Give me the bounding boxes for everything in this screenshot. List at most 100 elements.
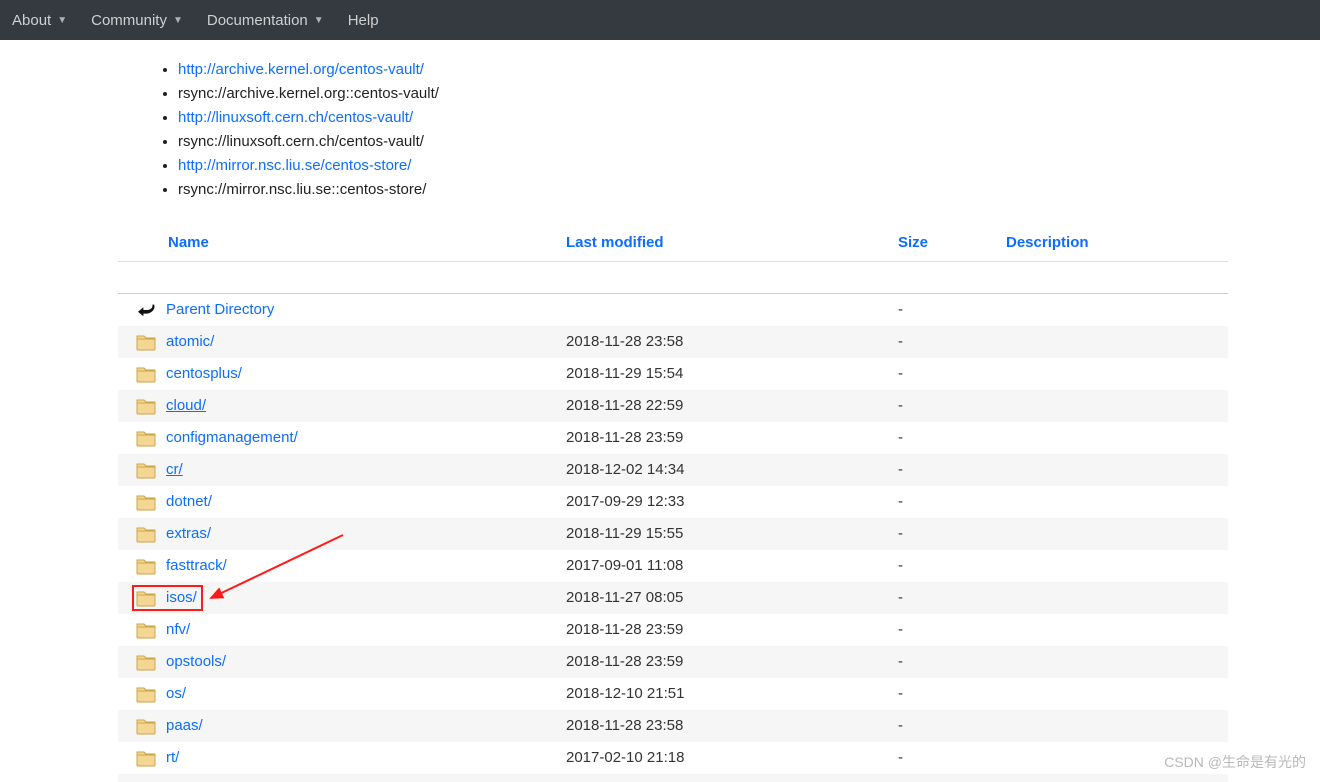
directory-link[interactable]: configmanagement/ [166,429,298,446]
mirror-list-item: http://mirror.nsc.liu.se/centos-store/ [178,154,1228,178]
nav-item-label: Help [348,12,379,29]
table-row: extras/2018-11-29 15:55 - [118,518,1228,550]
mirror-list-item: rsync://archive.kernel.org::centos-vault… [178,82,1228,106]
size-cell: - [898,390,998,422]
size-cell: - [898,710,998,742]
mirror-link[interactable]: http://mirror.nsc.liu.se/centos-store/ [178,157,411,174]
size-cell: - [898,454,998,486]
description-cell [998,550,1228,582]
directory-link[interactable]: rt/ [166,749,179,766]
parent-directory-row: Parent Directory - [118,294,1228,326]
directory-link[interactable]: isos/ [166,589,197,606]
nav-item-community[interactable]: Community ▼ [79,0,195,40]
modified-cell: 2018-11-28 23:59 [558,646,898,678]
directory-link[interactable]: paas/ [166,717,203,734]
directory-listing-table: Name Last modified Size Description Pare… [118,224,1228,782]
folder-icon [136,461,156,479]
dropdown-caret-icon: ▼ [57,15,67,26]
table-row: dotnet/2017-09-29 12:33 - [118,486,1228,518]
nav-item-label: Documentation [207,12,308,29]
nav-item-help[interactable]: Help [336,0,391,40]
table-row: paas/2018-11-28 23:58 - [118,710,1228,742]
table-row: fasttrack/2017-09-01 11:08 - [118,550,1228,582]
folder-icon [136,493,156,511]
description-cell [998,678,1228,710]
modified-cell: 2018-12-10 21:51 [558,678,898,710]
directory-link[interactable]: nfv/ [166,621,190,638]
directory-link[interactable]: fasttrack/ [166,557,227,574]
modified-cell: 2017-09-01 11:08 [558,550,898,582]
mirror-link[interactable]: http://linuxsoft.cern.ch/centos-vault/ [178,109,413,126]
mirror-list-item: rsync://mirror.nsc.liu.se::centos-store/ [178,178,1228,202]
folder-icon [136,525,156,543]
folder-icon [136,621,156,639]
mirror-link[interactable]: http://archive.kernel.org/centos-vault/ [178,61,424,78]
table-header-row: Name Last modified Size Description [118,224,1228,262]
directory-link[interactable]: cloud/ [166,397,206,414]
description-cell [998,358,1228,390]
description-cell [998,646,1228,678]
dropdown-caret-icon: ▼ [173,15,183,26]
sort-name-link[interactable]: Name [168,234,209,251]
table-row: configmanagement/2018-11-28 23:59 - [118,422,1228,454]
size-cell: - [898,550,998,582]
table-row: cloud/2018-11-28 22:59 - [118,390,1228,422]
table-row: os/2018-12-10 21:51 - [118,678,1228,710]
directory-link[interactable]: os/ [166,685,186,702]
modified-cell: 2017-02-10 21:18 [558,742,898,774]
size-cell: - [898,294,998,326]
directory-link[interactable]: extras/ [166,525,211,542]
nav-item-about[interactable]: About ▼ [0,0,79,40]
size-cell: - [898,646,998,678]
directory-link[interactable]: centosplus/ [166,365,242,382]
modified-cell: 2018-11-28 23:58 [558,710,898,742]
size-cell: - [898,582,998,614]
folder-icon [136,589,156,607]
nav-item-label: Community [91,12,167,29]
table-body: Parent Directory -atomic/2018-11-28 23:5… [118,262,1228,782]
table-row: sclo/2018-11-28 23:56 - [118,774,1228,782]
mirror-list: http://archive.kernel.org/centos-vault/r… [178,58,1228,202]
nav-item-documentation[interactable]: Documentation▼ [195,0,336,40]
description-cell [998,326,1228,358]
nav-item-label: About [12,12,51,29]
size-cell: - [898,678,998,710]
folder-icon [136,429,156,447]
parent-directory-link[interactable]: Parent Directory [166,301,274,318]
directory-link[interactable]: opstools/ [166,653,226,670]
description-cell [998,486,1228,518]
size-cell: - [898,326,998,358]
table-row: atomic/2018-11-28 23:58 - [118,326,1228,358]
mirror-list-item: rsync://linuxsoft.cern.ch/centos-vault/ [178,130,1228,154]
directory-link[interactable]: cr/ [166,461,183,478]
folder-icon [136,333,156,351]
directory-link[interactable]: dotnet/ [166,493,212,510]
modified-cell: 2018-11-28 23:59 [558,422,898,454]
folder-icon [136,365,156,383]
top-navbar: About ▼ Community ▼ Documentation▼ Help [0,0,1320,40]
size-cell: - [898,422,998,454]
modified-cell: 2018-11-29 15:54 [558,358,898,390]
sort-modified-link[interactable]: Last modified [566,234,664,251]
modified-cell: 2017-09-29 12:33 [558,486,898,518]
modified-cell: 2018-11-27 08:05 [558,582,898,614]
folder-icon [136,557,156,575]
modified-cell: 2018-11-28 23:56 [558,774,898,782]
size-cell: - [898,486,998,518]
folder-icon [136,653,156,671]
modified-cell: 2018-11-28 22:59 [558,390,898,422]
sort-description-link[interactable]: Description [1006,234,1089,251]
folder-icon [136,749,156,767]
size-cell: - [898,358,998,390]
size-cell: - [898,614,998,646]
directory-link[interactable]: atomic/ [166,333,214,350]
description-cell [998,774,1228,782]
size-cell: - [898,742,998,774]
folder-icon [136,685,156,703]
mirror-list-item: http://linuxsoft.cern.ch/centos-vault/ [178,106,1228,130]
table-row: rt/2017-02-10 21:18 - [118,742,1228,774]
table-row: cr/2018-12-02 14:34 - [118,454,1228,486]
modified-cell: 2018-11-28 23:58 [558,326,898,358]
sort-size-link[interactable]: Size [898,234,928,251]
description-cell [998,582,1228,614]
